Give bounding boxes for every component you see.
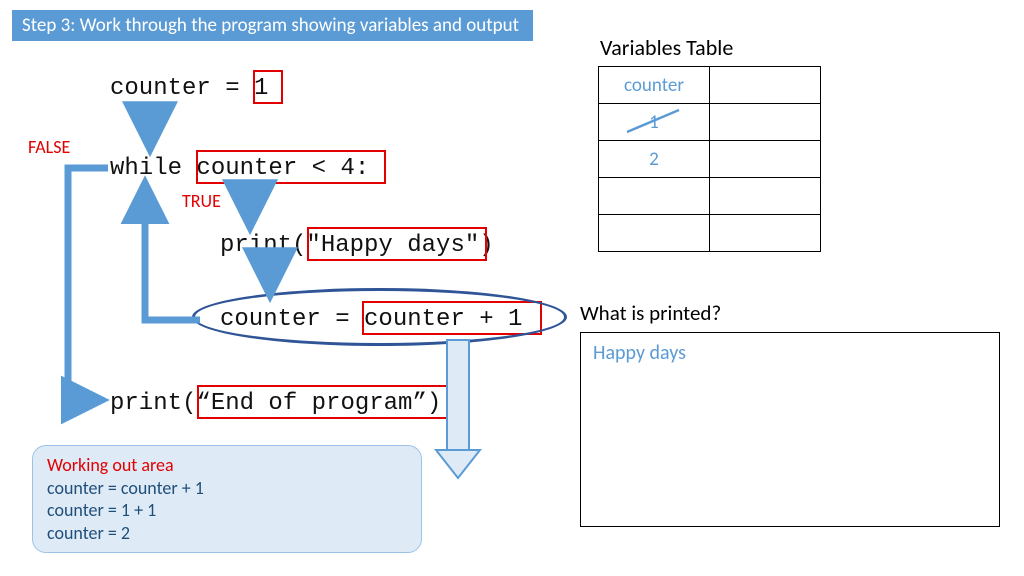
- label-false: FALSE: [28, 136, 70, 158]
- workout-line-0: counter = counter + 1: [47, 477, 407, 500]
- var-r0c0: counter: [599, 67, 710, 104]
- var-r0c1: [710, 67, 821, 104]
- redbox-end-arg: [197, 385, 449, 419]
- redbox-condition: [196, 150, 386, 184]
- working-out-area: Working out area counter = counter + 1 c…: [32, 445, 422, 553]
- var-r4c0: [599, 215, 710, 252]
- var-r3c0: [599, 178, 710, 215]
- var-r2c0: 2: [599, 141, 710, 178]
- redbox-init-value: [253, 70, 283, 104]
- code-line-1: counter = 1: [110, 75, 268, 102]
- strike-line-icon: [599, 104, 707, 138]
- workout-line-2: counter = 2: [47, 522, 407, 545]
- workout-line-1: counter = 1 + 1: [47, 499, 407, 522]
- step-banner: Step 3: Work through the program showing…: [12, 10, 533, 41]
- variables-title: Variables Table: [600, 34, 733, 61]
- printed-line-0: Happy days: [593, 341, 987, 365]
- printed-box: Happy days: [580, 332, 1000, 527]
- var-r3c1: [710, 178, 821, 215]
- var-r4c1: [710, 215, 821, 252]
- var-r2c1: [710, 141, 821, 178]
- printed-title: What is printed?: [580, 300, 721, 326]
- workout-title: Working out area: [47, 454, 407, 477]
- var-r1c0: 1: [599, 104, 710, 141]
- label-true: TRUE: [182, 190, 221, 212]
- variables-table: counter 1 2: [598, 66, 821, 252]
- redbox-print-arg: [307, 227, 487, 261]
- var-r1c1: [710, 104, 821, 141]
- ellipse-increment: [192, 288, 567, 346]
